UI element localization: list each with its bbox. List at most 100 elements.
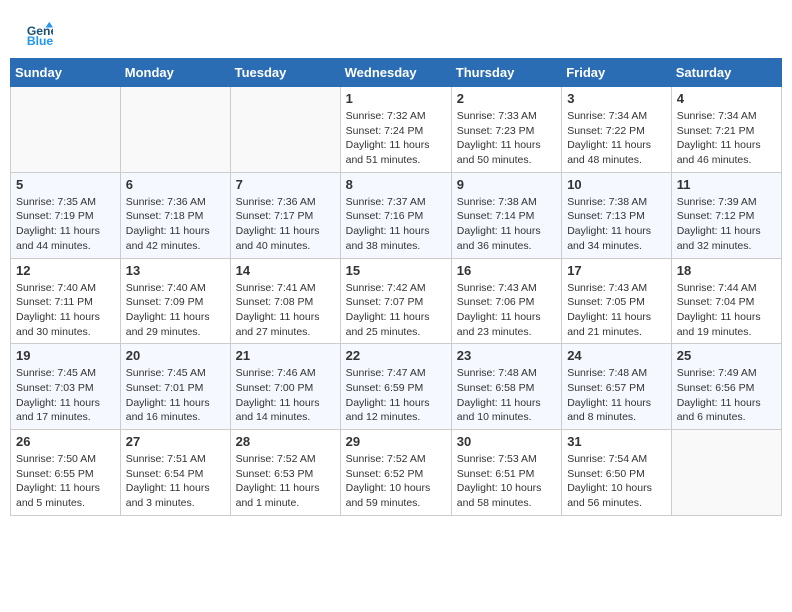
day-number: 11 [677,177,776,192]
sunset-text: Sunset: 6:56 PM [677,382,755,394]
calendar-table: SundayMondayTuesdayWednesdayThursdayFrid… [10,58,782,516]
daylight-text: Daylight: 11 hours and 44 minutes. [16,225,100,252]
day-info: Sunrise: 7:50 AM Sunset: 6:55 PM Dayligh… [16,452,115,511]
logo-icon: General Blue [25,20,53,48]
calendar-day-cell: 30 Sunrise: 7:53 AM Sunset: 6:51 PM Dayl… [451,430,561,516]
sunset-text: Sunset: 6:55 PM [16,468,94,480]
day-number: 31 [567,434,666,449]
sunrise-text: Sunrise: 7:39 AM [677,196,757,208]
daylight-text: Daylight: 11 hours and 14 minutes. [236,397,320,424]
day-info: Sunrise: 7:43 AM Sunset: 7:05 PM Dayligh… [567,281,666,340]
daylight-text: Daylight: 11 hours and 51 minutes. [346,139,430,166]
calendar-day-cell: 29 Sunrise: 7:52 AM Sunset: 6:52 PM Dayl… [340,430,451,516]
day-number: 1 [346,91,446,106]
calendar-day-cell: 8 Sunrise: 7:37 AM Sunset: 7:16 PM Dayli… [340,172,451,258]
daylight-text: Daylight: 10 hours and 58 minutes. [457,482,542,509]
sunset-text: Sunset: 7:00 PM [236,382,314,394]
calendar-day-cell: 6 Sunrise: 7:36 AM Sunset: 7:18 PM Dayli… [120,172,230,258]
day-number: 26 [16,434,115,449]
calendar-day-cell: 14 Sunrise: 7:41 AM Sunset: 7:08 PM Dayl… [230,258,340,344]
day-info: Sunrise: 7:33 AM Sunset: 7:23 PM Dayligh… [457,109,556,168]
sunset-text: Sunset: 7:05 PM [567,296,645,308]
day-number: 22 [346,348,446,363]
day-info: Sunrise: 7:40 AM Sunset: 7:09 PM Dayligh… [126,281,225,340]
day-number: 24 [567,348,666,363]
calendar-day-cell: 21 Sunrise: 7:46 AM Sunset: 7:00 PM Dayl… [230,344,340,430]
daylight-text: Daylight: 11 hours and 50 minutes. [457,139,541,166]
sunset-text: Sunset: 7:11 PM [16,296,93,308]
daylight-text: Daylight: 11 hours and 16 minutes. [126,397,210,424]
day-number: 15 [346,263,446,278]
sunrise-text: Sunrise: 7:48 AM [567,367,647,379]
sunset-text: Sunset: 7:14 PM [457,210,535,222]
calendar-day-cell [11,87,121,173]
sunset-text: Sunset: 7:16 PM [346,210,424,222]
calendar-day-cell: 3 Sunrise: 7:34 AM Sunset: 7:22 PM Dayli… [562,87,672,173]
daylight-text: Daylight: 11 hours and 48 minutes. [567,139,651,166]
day-info: Sunrise: 7:45 AM Sunset: 7:01 PM Dayligh… [126,366,225,425]
day-number: 19 [16,348,115,363]
daylight-text: Daylight: 11 hours and 36 minutes. [457,225,541,252]
daylight-text: Daylight: 10 hours and 56 minutes. [567,482,652,509]
calendar-day-cell: 2 Sunrise: 7:33 AM Sunset: 7:23 PM Dayli… [451,87,561,173]
calendar-week-row: 1 Sunrise: 7:32 AM Sunset: 7:24 PM Dayli… [11,87,782,173]
daylight-text: Daylight: 11 hours and 1 minute. [236,482,320,509]
day-info: Sunrise: 7:39 AM Sunset: 7:12 PM Dayligh… [677,195,776,254]
sunset-text: Sunset: 7:03 PM [16,382,94,394]
day-info: Sunrise: 7:48 AM Sunset: 6:57 PM Dayligh… [567,366,666,425]
sunset-text: Sunset: 7:06 PM [457,296,535,308]
sunrise-text: Sunrise: 7:40 AM [16,282,96,294]
day-header-thursday: Thursday [451,59,561,87]
calendar-day-cell: 22 Sunrise: 7:47 AM Sunset: 6:59 PM Dayl… [340,344,451,430]
sunrise-text: Sunrise: 7:36 AM [236,196,316,208]
sunrise-text: Sunrise: 7:51 AM [126,453,206,465]
calendar-day-cell [230,87,340,173]
day-number: 9 [457,177,556,192]
day-number: 21 [236,348,335,363]
calendar-day-cell: 13 Sunrise: 7:40 AM Sunset: 7:09 PM Dayl… [120,258,230,344]
day-info: Sunrise: 7:54 AM Sunset: 6:50 PM Dayligh… [567,452,666,511]
sunset-text: Sunset: 7:17 PM [236,210,314,222]
calendar-day-cell: 23 Sunrise: 7:48 AM Sunset: 6:58 PM Dayl… [451,344,561,430]
day-number: 30 [457,434,556,449]
day-info: Sunrise: 7:36 AM Sunset: 7:17 PM Dayligh… [236,195,335,254]
sunset-text: Sunset: 6:59 PM [346,382,424,394]
day-info: Sunrise: 7:52 AM Sunset: 6:53 PM Dayligh… [236,452,335,511]
sunrise-text: Sunrise: 7:44 AM [677,282,757,294]
day-info: Sunrise: 7:36 AM Sunset: 7:18 PM Dayligh… [126,195,225,254]
calendar-week-row: 19 Sunrise: 7:45 AM Sunset: 7:03 PM Dayl… [11,344,782,430]
day-header-saturday: Saturday [671,59,781,87]
calendar-day-cell: 12 Sunrise: 7:40 AM Sunset: 7:11 PM Dayl… [11,258,121,344]
calendar-day-cell: 24 Sunrise: 7:48 AM Sunset: 6:57 PM Dayl… [562,344,672,430]
day-info: Sunrise: 7:35 AM Sunset: 7:19 PM Dayligh… [16,195,115,254]
day-number: 29 [346,434,446,449]
sunrise-text: Sunrise: 7:40 AM [126,282,206,294]
sunrise-text: Sunrise: 7:34 AM [677,110,757,122]
day-info: Sunrise: 7:49 AM Sunset: 6:56 PM Dayligh… [677,366,776,425]
sunrise-text: Sunrise: 7:47 AM [346,367,426,379]
day-info: Sunrise: 7:47 AM Sunset: 6:59 PM Dayligh… [346,366,446,425]
calendar-day-cell: 7 Sunrise: 7:36 AM Sunset: 7:17 PM Dayli… [230,172,340,258]
day-number: 17 [567,263,666,278]
sunrise-text: Sunrise: 7:33 AM [457,110,537,122]
calendar-day-cell: 5 Sunrise: 7:35 AM Sunset: 7:19 PM Dayli… [11,172,121,258]
sunrise-text: Sunrise: 7:49 AM [677,367,757,379]
day-info: Sunrise: 7:38 AM Sunset: 7:14 PM Dayligh… [457,195,556,254]
sunset-text: Sunset: 7:04 PM [677,296,755,308]
day-number: 12 [16,263,115,278]
calendar-day-cell: 19 Sunrise: 7:45 AM Sunset: 7:03 PM Dayl… [11,344,121,430]
sunset-text: Sunset: 7:12 PM [677,210,755,222]
daylight-text: Daylight: 10 hours and 59 minutes. [346,482,431,509]
sunrise-text: Sunrise: 7:52 AM [236,453,316,465]
daylight-text: Daylight: 11 hours and 34 minutes. [567,225,651,252]
daylight-text: Daylight: 11 hours and 30 minutes. [16,311,100,338]
sunrise-text: Sunrise: 7:38 AM [457,196,537,208]
sunrise-text: Sunrise: 7:43 AM [457,282,537,294]
day-header-monday: Monday [120,59,230,87]
sunset-text: Sunset: 7:21 PM [677,125,755,137]
day-number: 2 [457,91,556,106]
daylight-text: Daylight: 11 hours and 17 minutes. [16,397,100,424]
sunrise-text: Sunrise: 7:52 AM [346,453,426,465]
sunset-text: Sunset: 6:57 PM [567,382,645,394]
sunrise-text: Sunrise: 7:46 AM [236,367,316,379]
